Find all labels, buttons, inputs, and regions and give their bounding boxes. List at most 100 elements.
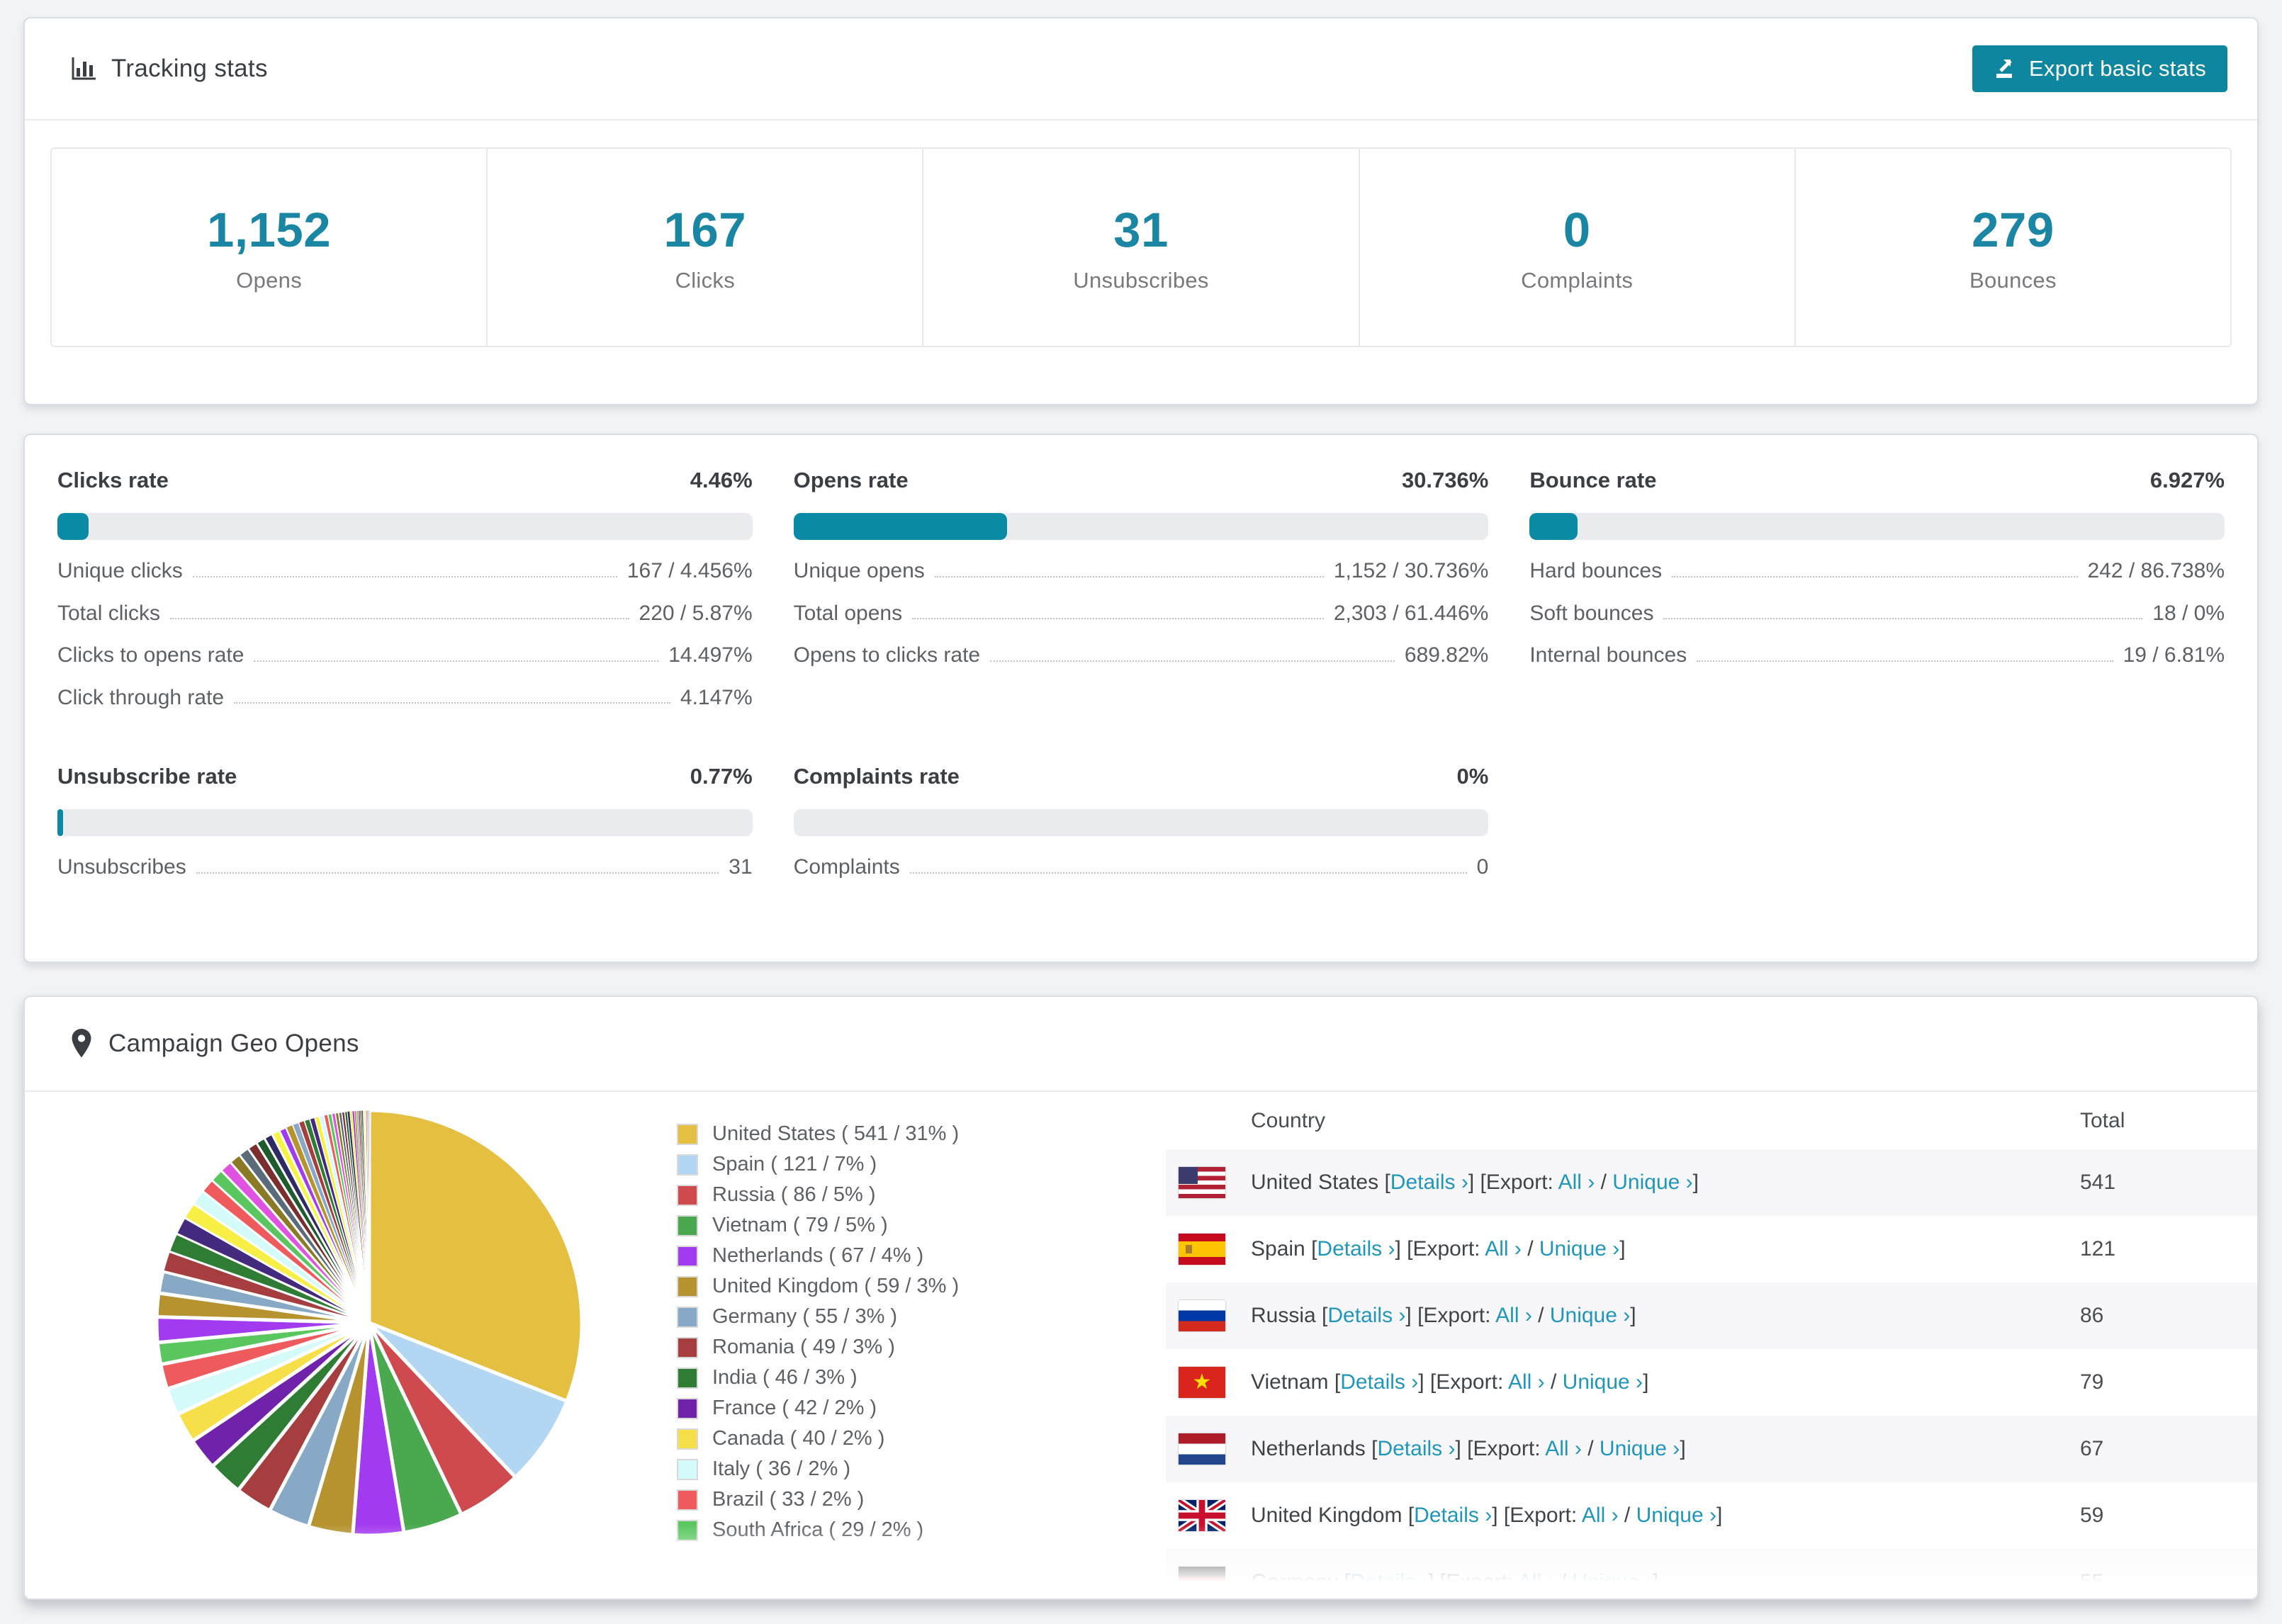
bracket-text: [ bbox=[1334, 1370, 1341, 1394]
progress-bar bbox=[57, 513, 753, 540]
legend-label: South Africa ( 29 / 2% ) bbox=[712, 1518, 924, 1541]
geo-opens-card: Campaign Geo Opens United States ( 541 /… bbox=[23, 996, 2259, 1600]
export-unique-link[interactable]: Unique › bbox=[1573, 1570, 1653, 1594]
bracket-text: / bbox=[1531, 1304, 1550, 1327]
rate-block-opens-rate: Opens rate 30.736% Unique opens 1,152 / … bbox=[793, 468, 1489, 709]
export-unique-link[interactable]: Unique › bbox=[1600, 1437, 1680, 1460]
tracking-stats-header: Tracking stats Export basic stats bbox=[25, 18, 2257, 120]
flag-cell: ★ bbox=[1166, 1367, 1251, 1398]
rate-detail-value: 18 / 0% bbox=[2152, 601, 2225, 625]
map-marker-icon bbox=[69, 1027, 94, 1060]
progress-bar bbox=[57, 809, 753, 836]
geo-table: Country Total United States [Details ›] … bbox=[1166, 1092, 2257, 1598]
legend-item-netherlands: Netherlands ( 67 / 4% ) bbox=[677, 1241, 1166, 1271]
export-unique-link[interactable]: Unique › bbox=[1550, 1304, 1630, 1327]
rates-card: Clicks rate 4.46% Unique clicks 167 / 4.… bbox=[23, 434, 2259, 963]
export-unique-link[interactable]: Unique › bbox=[1636, 1504, 1716, 1527]
stat-value: 279 bbox=[1972, 202, 2055, 257]
country-total: 86 bbox=[2080, 1304, 2104, 1327]
bracket-text: / bbox=[1581, 1437, 1600, 1460]
rate-detail-label: Total opens bbox=[793, 601, 903, 625]
rate-detail-row: Opens to clicks rate 689.82% bbox=[794, 644, 1489, 667]
rate-detail-row: Hard bounces 242 / 86.738% bbox=[1529, 560, 2225, 582]
stat-value: 1,152 bbox=[207, 202, 332, 257]
details-link[interactable]: Details › bbox=[1390, 1171, 1468, 1194]
country-name: Germany bbox=[1251, 1570, 1339, 1594]
legend-item-vietnam: Vietnam ( 79 / 5% ) bbox=[677, 1210, 1166, 1241]
geo-table-header: Country Total bbox=[1166, 1092, 2257, 1149]
stat-value: 31 bbox=[1113, 202, 1169, 257]
details-link[interactable]: Details › bbox=[1377, 1437, 1455, 1460]
bracket-text: ] [Export: bbox=[1418, 1370, 1508, 1394]
details-link[interactable]: Details › bbox=[1350, 1570, 1428, 1594]
export-unique-link[interactable]: Unique › bbox=[1563, 1370, 1643, 1394]
export-basic-stats-button[interactable]: Export basic stats bbox=[1972, 45, 2227, 92]
bracket-text: [ bbox=[1407, 1504, 1415, 1527]
rate-detail-label: Total clicks bbox=[57, 601, 161, 625]
details-link[interactable]: Details › bbox=[1317, 1237, 1395, 1261]
legend-swatch bbox=[677, 1367, 698, 1389]
bracket-text: ] bbox=[1680, 1437, 1686, 1460]
rate-block-bounce-rate: Bounce rate 6.927% Hard bounces 242 / 86… bbox=[1529, 468, 2225, 709]
country-name: Russia bbox=[1251, 1304, 1316, 1327]
export-all-link[interactable]: All › bbox=[1545, 1437, 1582, 1460]
legend-label: Netherlands ( 67 / 4% ) bbox=[712, 1244, 924, 1267]
progress-bar bbox=[793, 513, 1489, 540]
legend-swatch bbox=[677, 1489, 698, 1511]
rate-detail-value: 19 / 6.81% bbox=[2123, 643, 2225, 667]
details-link[interactable]: Details › bbox=[1414, 1504, 1492, 1527]
bracket-text: ] [Export: bbox=[1395, 1237, 1485, 1261]
export-unique-link[interactable]: Unique › bbox=[1539, 1237, 1619, 1261]
country-cell: Germany [Details ›] [Export: All › / Uni… bbox=[1251, 1570, 2080, 1594]
rate-detail-row: Unique clicks 167 / 4.456% bbox=[57, 560, 753, 582]
export-unique-link[interactable]: Unique › bbox=[1612, 1171, 1692, 1194]
bracket-text: ] [Export: bbox=[1492, 1504, 1582, 1527]
legend-label: Vietnam ( 79 / 5% ) bbox=[712, 1214, 888, 1236]
legend-item-united-states: United States ( 541 / 31% ) bbox=[677, 1119, 1166, 1149]
dotted-leader bbox=[234, 702, 670, 704]
country-column-header: Country bbox=[1251, 1108, 1326, 1132]
export-all-link[interactable]: All › bbox=[1518, 1570, 1555, 1594]
rate-detail-row: Unsubscribes 31 bbox=[57, 856, 753, 879]
bracket-text: ] bbox=[1630, 1304, 1636, 1327]
legend-label: United Kingdom ( 59 / 3% ) bbox=[712, 1275, 960, 1297]
legend-label: France ( 42 / 2% ) bbox=[712, 1397, 877, 1419]
germany-flag-icon bbox=[1179, 1567, 1225, 1598]
rate-detail-row: Total clicks 220 / 5.87% bbox=[57, 602, 753, 625]
export-all-link[interactable]: All › bbox=[1558, 1171, 1595, 1194]
legend-swatch bbox=[677, 1275, 698, 1297]
dotted-leader bbox=[909, 872, 1467, 874]
stat-label: Complaints bbox=[1521, 267, 1634, 293]
details-link[interactable]: Details › bbox=[1327, 1304, 1405, 1327]
russia-flag-icon bbox=[1179, 1300, 1225, 1331]
legend-item-germany: Germany ( 55 / 3% ) bbox=[677, 1302, 1166, 1332]
country-total: 67 bbox=[2080, 1437, 2104, 1460]
export-all-link[interactable]: All › bbox=[1485, 1237, 1522, 1261]
country-cell: United States [Details ›] [Export: All ›… bbox=[1251, 1171, 2080, 1195]
dotted-leader bbox=[170, 618, 629, 619]
country-name: United States bbox=[1251, 1171, 1379, 1194]
flag-cell bbox=[1166, 1567, 1251, 1598]
geo-table-row-united-kingdom: United Kingdom [Details ›] [Export: All … bbox=[1166, 1482, 2257, 1549]
rate-title: Complaints rate bbox=[793, 764, 960, 789]
rate-title: Unsubscribe rate bbox=[57, 764, 237, 789]
legend-swatch bbox=[677, 1397, 698, 1419]
details-link[interactable]: Details › bbox=[1340, 1370, 1418, 1394]
rate-title: Bounce rate bbox=[1529, 468, 1657, 492]
bracket-text: / bbox=[1521, 1237, 1539, 1261]
export-all-link[interactable]: All › bbox=[1495, 1304, 1532, 1327]
geo-table-row-united-states: United States [Details ›] [Export: All ›… bbox=[1166, 1149, 2257, 1216]
export-all-link[interactable]: All › bbox=[1508, 1370, 1545, 1394]
rate-detail-label: Opens to clicks rate bbox=[793, 643, 981, 667]
vietnam-flag-icon: ★ bbox=[1179, 1367, 1225, 1398]
geo-table-row-russia: Russia [Details ›] [Export: All › / Uniq… bbox=[1166, 1282, 2257, 1349]
legend-item-romania: Romania ( 49 / 3% ) bbox=[677, 1332, 1166, 1363]
legend-label: Canada ( 40 / 2% ) bbox=[712, 1427, 885, 1450]
stat-unsubscribes: 31 Unsubscribes bbox=[923, 149, 1360, 346]
total-column-header: Total bbox=[2080, 1108, 2125, 1132]
export-all-link[interactable]: All › bbox=[1582, 1504, 1619, 1527]
dashboard-page: Tracking stats Export basic stats 1,152 … bbox=[0, 0, 2282, 1600]
rate-heading: Opens rate 30.736% bbox=[794, 468, 1489, 493]
bracket-text: [ bbox=[1344, 1570, 1351, 1594]
bracket-text: / bbox=[1554, 1570, 1573, 1594]
